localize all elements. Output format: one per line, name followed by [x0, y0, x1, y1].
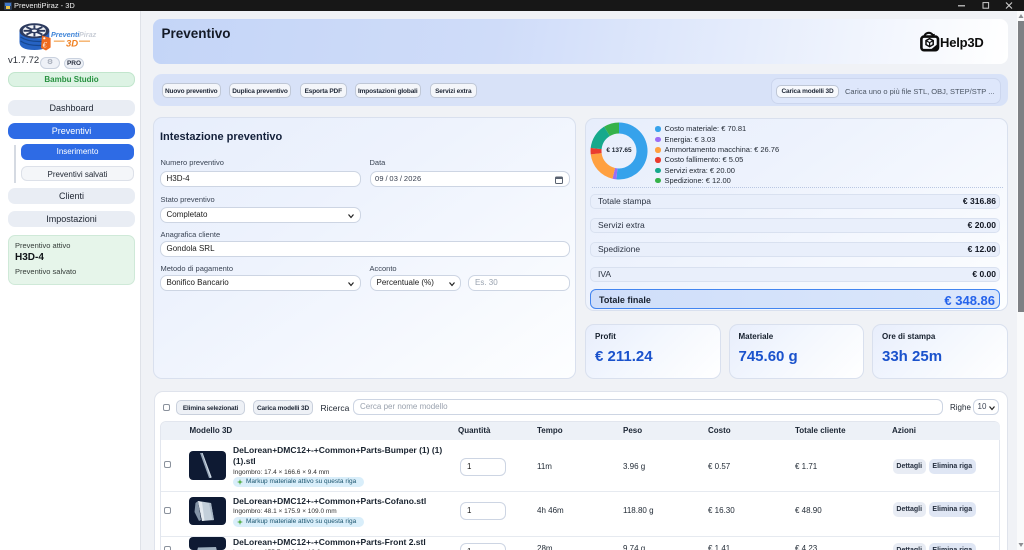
svg-text:Piraz: Piraz: [79, 30, 97, 39]
svg-text:3D: 3D: [66, 38, 78, 49]
